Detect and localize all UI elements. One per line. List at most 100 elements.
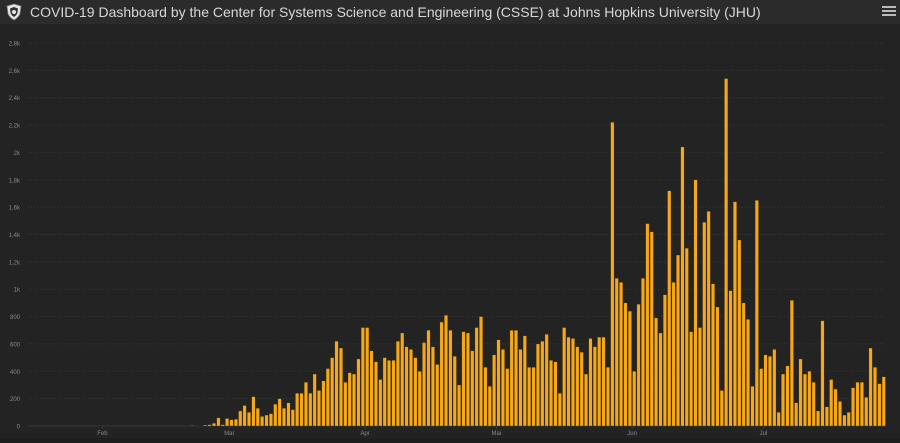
bar[interactable] <box>746 319 749 426</box>
bar[interactable] <box>611 122 614 426</box>
bar[interactable] <box>269 414 272 426</box>
bar[interactable] <box>492 355 495 426</box>
bar[interactable] <box>326 369 329 426</box>
bar[interactable] <box>348 373 351 426</box>
bar[interactable] <box>803 374 806 426</box>
bar[interactable] <box>374 362 377 426</box>
bar[interactable] <box>676 255 679 426</box>
bar[interactable] <box>190 425 193 426</box>
bar[interactable] <box>751 386 754 426</box>
bar[interactable] <box>812 382 815 426</box>
bar[interactable] <box>409 349 412 426</box>
bar[interactable] <box>589 338 592 426</box>
bar[interactable] <box>309 393 312 426</box>
bar[interactable] <box>466 333 469 426</box>
bar[interactable] <box>860 382 863 426</box>
bar[interactable] <box>689 332 692 426</box>
bar[interactable] <box>755 200 758 426</box>
bar[interactable] <box>606 367 609 426</box>
bar[interactable] <box>221 425 224 426</box>
bar[interactable] <box>431 347 434 426</box>
bar[interactable] <box>790 300 793 426</box>
bar[interactable] <box>729 291 732 426</box>
bar[interactable] <box>711 284 714 426</box>
bar[interactable] <box>698 328 701 426</box>
bar[interactable] <box>497 340 500 426</box>
bar[interactable] <box>484 367 487 426</box>
bar[interactable] <box>252 397 255 426</box>
bar[interactable] <box>567 337 570 426</box>
bar[interactable] <box>225 418 228 426</box>
bar[interactable] <box>422 343 425 426</box>
bar[interactable] <box>523 336 526 426</box>
bar[interactable] <box>584 374 587 426</box>
bar[interactable] <box>506 369 509 426</box>
bar[interactable] <box>405 347 408 426</box>
bar[interactable] <box>808 371 811 426</box>
bar[interactable] <box>685 248 688 426</box>
bar[interactable] <box>773 349 776 426</box>
bar[interactable] <box>274 404 277 426</box>
bar[interactable] <box>838 401 841 426</box>
bar[interactable] <box>668 191 671 426</box>
bar[interactable] <box>580 352 583 426</box>
bar[interactable] <box>291 410 294 426</box>
bar[interactable] <box>519 349 522 426</box>
bar[interactable] <box>562 328 565 426</box>
bar[interactable] <box>278 399 281 426</box>
bar[interactable] <box>637 304 640 426</box>
bar[interactable] <box>295 393 298 426</box>
bar[interactable] <box>650 232 653 426</box>
bar[interactable] <box>282 408 285 426</box>
bar[interactable] <box>865 397 868 426</box>
bar[interactable] <box>549 360 552 426</box>
bar[interactable] <box>781 374 784 426</box>
bar[interactable] <box>453 356 456 426</box>
bar[interactable] <box>847 412 850 426</box>
bar[interactable] <box>287 403 290 426</box>
bar[interactable] <box>759 369 762 426</box>
bar[interactable] <box>440 322 443 426</box>
bar[interactable] <box>681 147 684 426</box>
bar[interactable] <box>396 341 399 426</box>
bar[interactable] <box>208 425 211 426</box>
bar[interactable] <box>400 333 403 426</box>
bar[interactable] <box>659 333 662 426</box>
bar[interactable] <box>624 303 627 426</box>
bar[interactable] <box>558 393 561 426</box>
bar[interactable] <box>339 348 342 426</box>
bar[interactable] <box>357 359 360 426</box>
bar[interactable] <box>554 362 557 426</box>
bar[interactable] <box>344 382 347 426</box>
bar[interactable] <box>777 412 780 426</box>
bar[interactable] <box>335 341 338 426</box>
bar[interactable] <box>230 420 233 426</box>
bar[interactable] <box>510 330 513 426</box>
bar[interactable] <box>825 407 828 426</box>
bar[interactable] <box>414 358 417 426</box>
bar[interactable] <box>672 282 675 426</box>
bar[interactable] <box>427 330 430 426</box>
bar[interactable] <box>204 425 207 426</box>
bar[interactable] <box>707 211 710 426</box>
bar[interactable] <box>527 367 530 426</box>
bar[interactable] <box>878 384 881 426</box>
bar[interactable] <box>514 330 517 426</box>
bar[interactable] <box>615 278 618 426</box>
bar[interactable] <box>243 405 246 426</box>
bar[interactable] <box>742 303 745 426</box>
bar[interactable] <box>816 411 819 426</box>
bar[interactable] <box>724 79 727 426</box>
bar[interactable] <box>475 328 478 426</box>
bar[interactable] <box>541 341 544 426</box>
bar[interactable] <box>260 416 263 426</box>
bar[interactable] <box>322 381 325 426</box>
bar[interactable] <box>799 359 802 426</box>
bar[interactable] <box>764 355 767 426</box>
bar[interactable] <box>479 317 482 426</box>
bar[interactable] <box>239 411 242 426</box>
bar[interactable] <box>829 379 832 426</box>
bar[interactable] <box>821 321 824 426</box>
bar[interactable] <box>576 347 579 426</box>
bar[interactable] <box>571 338 574 426</box>
